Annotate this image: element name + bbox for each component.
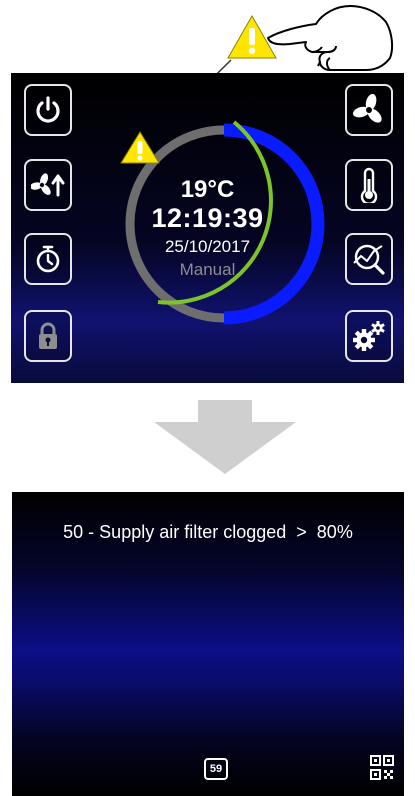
power-icon <box>36 96 60 123</box>
gears-icon <box>353 321 385 351</box>
main-control-screen: 19°C 12:19:39 25/10/2017 Manual <box>11 73 404 383</box>
alarm-count-badge[interactable]: 59 <box>204 758 228 780</box>
alarm-message: 50 - Supply air filter clogged > 80% <box>63 522 353 542</box>
pointing-hand-icon <box>267 5 394 71</box>
operating-mode: Manual <box>179 260 236 279</box>
clock-date: 25/10/2017 <box>164 237 251 256</box>
fan-button[interactable] <box>345 84 393 136</box>
clock-time: 12:19:39 <box>151 203 264 233</box>
warning-triangle-icon <box>120 131 160 164</box>
lock-button[interactable] <box>24 310 72 362</box>
settings-button[interactable] <box>345 310 393 362</box>
power-button[interactable] <box>24 84 72 136</box>
lock-icon <box>39 322 57 349</box>
alarm-screen: 50 - Supply air filter clogged > 80% 59 <box>12 492 404 796</box>
temperature-readout: 19°C <box>180 176 235 203</box>
down-arrow-icon <box>154 400 296 474</box>
qr-code-icon[interactable] <box>370 755 394 781</box>
fan-icon <box>352 93 382 123</box>
